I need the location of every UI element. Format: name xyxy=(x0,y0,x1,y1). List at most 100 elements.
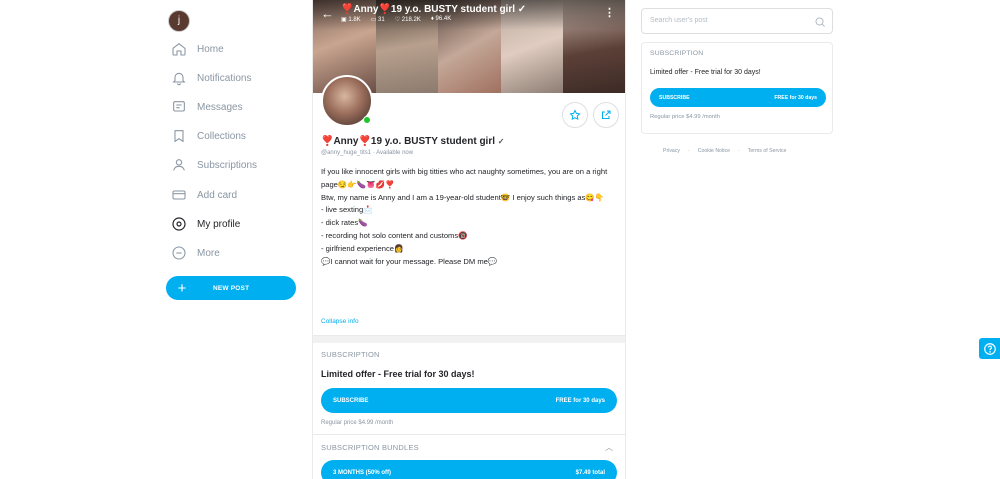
terms-link[interactable]: Terms of Service xyxy=(748,148,787,154)
sidebar-item-label: Collections xyxy=(197,130,246,142)
bundles-title[interactable]: SUBSCRIPTION BUNDLES xyxy=(321,443,419,452)
verified-icon: ✓ xyxy=(517,4,527,15)
right-sidebar: Search user's post SUBSCRIPTION Limited … xyxy=(641,0,833,479)
privacy-link[interactable]: Privacy xyxy=(663,148,680,154)
bio-line: - dick rates🍆 xyxy=(321,218,368,228)
bio-line: - girlfriend experience👩 xyxy=(321,243,404,253)
bell-icon xyxy=(170,69,188,87)
stat-videos: ▭ 31 xyxy=(371,16,385,23)
profile-name: ❣️Anny❣️19 y.o. BUSTY student girl ✓ xyxy=(321,136,504,147)
stat-likes-value: 218.2K xyxy=(401,17,421,23)
profile-column: ← ❣️Anny❣️19 y.o. BUSTY student girl ✓ ▣… xyxy=(312,0,626,479)
stat-photos: ▣ 1.8K xyxy=(341,16,361,23)
avatar[interactable]: j xyxy=(168,10,190,32)
subscriptions-icon xyxy=(170,156,188,174)
cover-title-text: ❣️Anny❣️19 y.o. BUSTY student girl xyxy=(341,4,515,15)
stat-likes: ♡ 218.2K xyxy=(395,16,421,23)
sidebar: j Home Notifications Messages Collection… xyxy=(160,0,310,479)
sidebar-item-more[interactable]: More xyxy=(170,242,310,264)
sidebar-item-notifications[interactable]: Notifications xyxy=(170,67,310,89)
page: j Home Notifications Messages Collection… xyxy=(0,0,1000,479)
new-post-button[interactable]: + NEW POST xyxy=(166,276,296,300)
availability-status: Available now xyxy=(376,150,414,156)
help-button[interactable] xyxy=(979,338,1000,359)
stat-photos-value: 1.8K xyxy=(348,17,361,23)
bio-line: 💬I cannot wait for your message. Please … xyxy=(321,256,498,266)
stat-fans: ♦ 96.4K xyxy=(431,16,451,23)
subscribe-button[interactable]: SUBSCRIBE FREE for 30 days xyxy=(321,388,617,413)
section-divider xyxy=(313,335,625,343)
new-post-label: NEW POST xyxy=(213,284,250,292)
subscribe-label: SUBSCRIBE xyxy=(659,94,690,101)
sidebar-item-subscriptions[interactable]: Subscriptions xyxy=(170,154,310,176)
sidebar-item-label: Add card xyxy=(197,189,238,201)
message-icon xyxy=(170,98,188,116)
search-icon[interactable] xyxy=(814,15,826,33)
stat-fans-value: 96.4K xyxy=(435,16,452,22)
bio-line: - recording hot solo content and customs… xyxy=(321,230,468,240)
regular-price: Regular price $4.99 /month xyxy=(321,420,394,426)
subscription-offer: Limited offer - Free trial for 30 days! xyxy=(321,369,475,379)
profile-name-text: ❣️Anny❣️19 y.o. BUSTY student girl xyxy=(321,136,495,147)
home-icon xyxy=(170,40,188,58)
sidebar-item-my-profile[interactable]: My profile xyxy=(170,213,310,235)
subscription-card: SUBSCRIPTION Limited offer - Free trial … xyxy=(641,42,833,134)
sidebar-item-label: Notifications xyxy=(197,72,252,84)
footer-links: Privacy · Cookie Notice · Terms of Servi… xyxy=(663,148,786,154)
favorite-button[interactable] xyxy=(562,102,588,128)
subscribe-price: FREE for 30 days xyxy=(774,94,817,101)
subscribe-price: FREE for 30 days xyxy=(555,397,605,404)
subscription-title: SUBSCRIPTION xyxy=(321,350,380,359)
search-input[interactable]: Search user's post xyxy=(650,17,708,24)
verified-icon: ✓ xyxy=(497,137,505,146)
sidebar-item-messages[interactable]: Messages xyxy=(170,96,310,118)
bookmark-icon xyxy=(170,127,188,145)
bundle-button[interactable]: 3 MONTHS (50% off) $7.49 total xyxy=(321,460,617,479)
profile-handle: @anny_huge_tits1 · Available now xyxy=(321,150,413,156)
bio-line: - live sexting📩 xyxy=(321,205,373,215)
back-arrow-icon[interactable]: ← xyxy=(321,6,334,21)
help-icon xyxy=(983,342,996,355)
sidebar-item-collections[interactable]: Collections xyxy=(170,125,310,147)
bio-line: If you like innocent girls with big titt… xyxy=(321,167,610,189)
bundle-price: $7.49 total xyxy=(575,469,605,476)
subscribe-label: SUBSCRIBE xyxy=(333,397,369,404)
sidebar-item-label: My profile xyxy=(197,218,241,230)
more-icon xyxy=(170,244,188,262)
sidebar-item-label: Messages xyxy=(197,101,243,113)
share-icon xyxy=(602,110,611,119)
bundle-label: 3 MONTHS (50% off) xyxy=(333,469,392,476)
sidebar-item-label: More xyxy=(197,247,220,259)
subscribe-button[interactable]: SUBSCRIBE FREE for 30 days xyxy=(650,88,826,107)
profile-bio: If you like innocent girls with big titt… xyxy=(321,166,617,268)
cookie-notice-link[interactable]: Cookie Notice xyxy=(698,148,730,154)
chevron-up-icon[interactable]: ︿ xyxy=(605,442,613,453)
plus-icon: + xyxy=(177,279,187,297)
separator-dot: · xyxy=(738,148,740,154)
stat-videos-value: 31 xyxy=(378,17,385,23)
sidebar-item-label: Home xyxy=(197,43,224,55)
divider xyxy=(313,434,625,435)
cover-title: ❣️Anny❣️19 y.o. BUSTY student girl ✓ xyxy=(341,4,526,15)
more-options-icon[interactable]: ⋮ xyxy=(604,6,615,19)
profile-stats: ▣ 1.8K ▭ 31 ♡ 218.2K ♦ 96.4K xyxy=(341,16,451,23)
sidebar-item-home[interactable]: Home xyxy=(170,38,310,60)
bio-line: Btw, my name is Anny and I am a 19-year-… xyxy=(321,192,605,202)
star-icon xyxy=(569,109,581,121)
card-icon xyxy=(170,186,188,204)
sidebar-item-add-card[interactable]: Add card xyxy=(170,184,310,206)
photo-icon: ▣ xyxy=(341,17,347,23)
share-button[interactable] xyxy=(593,102,619,128)
collapse-info-link[interactable]: Collapse info xyxy=(321,318,359,325)
video-icon: ▭ xyxy=(370,17,377,23)
profile-icon xyxy=(170,215,188,233)
search-box[interactable]: Search user's post xyxy=(641,8,833,34)
subscription-card-title: SUBSCRIPTION xyxy=(650,50,704,57)
subscription-card-offer: Limited offer - Free trial for 30 days! xyxy=(650,69,761,76)
sidebar-item-label: Subscriptions xyxy=(197,159,258,171)
handle-text: @anny_huge_tits1 xyxy=(321,150,372,156)
online-indicator xyxy=(363,116,371,124)
fans-icon: ♦ xyxy=(430,16,434,22)
regular-price: Regular price $4.99 /month xyxy=(650,114,720,120)
heart-icon: ♡ xyxy=(394,17,401,23)
